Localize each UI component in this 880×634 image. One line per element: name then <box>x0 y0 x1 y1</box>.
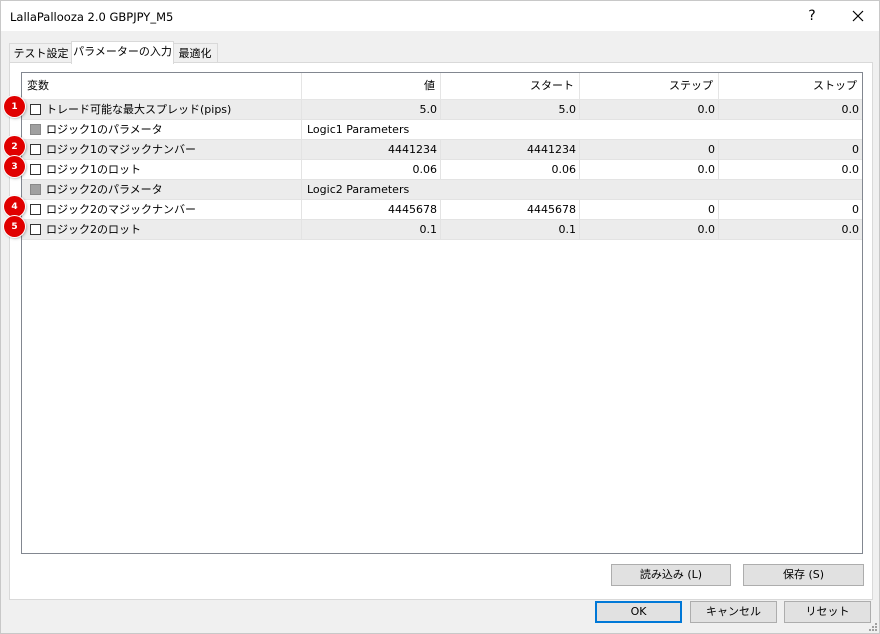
reset-button[interactable]: リセット <box>784 601 871 623</box>
annotation-badge: 4 <box>4 196 25 217</box>
cell-name: ロジック2のマジックナンバー <box>22 200 302 219</box>
column-header-variable[interactable]: 変数 <box>22 73 302 99</box>
cell-name: ロジック2のロット <box>22 220 302 239</box>
cell-value[interactable]: 0.1 <box>302 220 441 239</box>
cell-name: ロジック1のマジックナンバー <box>22 140 302 159</box>
cell-start[interactable]: 5.0 <box>441 100 580 119</box>
tab-parameters[interactable]: パラメーターの入力 <box>71 41 174 64</box>
cell-stop[interactable]: 0.0 <box>719 160 862 179</box>
cell-step[interactable]: 0.0 <box>580 220 719 239</box>
cell-name: トレード可能な最大スプレッド(pips) <box>22 100 302 119</box>
column-header-start[interactable]: スタート <box>441 73 580 99</box>
table-row[interactable]: ロジック1のロット 0.06 0.06 0.0 0.0 <box>22 160 862 180</box>
title-bar: LallaPallooza 2.0 GBPJPY_M5 ? <box>1 1 879 31</box>
cell-name: ロジック1のパラメータ <box>22 120 302 139</box>
table-row[interactable]: ロジック1のマジックナンバー 4441234 4441234 0 0 <box>22 140 862 160</box>
table-row[interactable]: ロジック2のマジックナンバー 4445678 4445678 0 0 <box>22 200 862 220</box>
column-header-step[interactable]: ステップ <box>580 73 719 99</box>
table-row[interactable]: トレード可能な最大スプレッド(pips) 5.0 5.0 0.0 0.0 <box>22 100 862 120</box>
cell-name: ロジック1のロット <box>22 160 302 179</box>
table-row[interactable]: ロジック2のロット 0.1 0.1 0.0 0.0 <box>22 220 862 240</box>
cell-step[interactable]: 0.0 <box>580 160 719 179</box>
close-icon <box>852 10 864 22</box>
ok-button[interactable]: OK <box>595 601 682 623</box>
tab-test-settings[interactable]: テスト設定 <box>9 43 73 64</box>
cell-stop[interactable]: 0 <box>719 200 862 219</box>
cell-stop[interactable]: 0.0 <box>719 100 862 119</box>
window-title: LallaPallooza 2.0 GBPJPY_M5 <box>10 10 174 24</box>
annotation-badge: 2 <box>4 136 25 157</box>
column-header-stop[interactable]: ストップ <box>719 73 862 99</box>
cell-start[interactable]: 0.06 <box>441 160 580 179</box>
cell-stop[interactable]: 0 <box>719 140 862 159</box>
cell-value[interactable]: 0.06 <box>302 160 441 179</box>
cell-step[interactable]: 0 <box>580 140 719 159</box>
help-button[interactable]: ? <box>797 2 827 30</box>
table-group-row[interactable]: ロジック1のパラメータ Logic1 Parameters <box>22 120 862 140</box>
table-header: 変数 値 スタート ステップ ストップ <box>22 73 862 100</box>
cell-step[interactable]: 0.0 <box>580 100 719 119</box>
table-group-row[interactable]: ロジック2のパラメータ Logic2 Parameters <box>22 180 862 200</box>
cell-stop[interactable]: 0.0 <box>719 220 862 239</box>
cell-name: ロジック2のパラメータ <box>22 180 302 199</box>
cell-step[interactable]: 0 <box>580 200 719 219</box>
cancel-button[interactable]: キャンセル <box>690 601 777 623</box>
cell-start[interactable]: 0.1 <box>441 220 580 239</box>
annotation-badge: 3 <box>4 156 25 177</box>
resize-grip-icon[interactable] <box>867 621 877 631</box>
cell-value[interactable]: Logic2 Parameters <box>302 180 862 199</box>
cell-value[interactable]: 4445678 <box>302 200 441 219</box>
close-button[interactable] <box>843 2 873 30</box>
annotation-badge: 1 <box>4 96 25 117</box>
parameters-panel: 変数 値 スタート ステップ ストップ トレード可能な最大スプレッド(pips)… <box>9 62 873 600</box>
column-header-value[interactable]: 値 <box>302 73 441 99</box>
load-button[interactable]: 読み込み (L) <box>611 564 731 586</box>
tester-dialog: LallaPallooza 2.0 GBPJPY_M5 ? テスト設定 パラメー… <box>0 0 880 634</box>
help-icon: ? <box>808 8 816 24</box>
annotation-badge: 5 <box>4 216 25 237</box>
tab-optimization[interactable]: 最適化 <box>172 43 218 64</box>
cell-value[interactable]: 5.0 <box>302 100 441 119</box>
save-button[interactable]: 保存 (S) <box>743 564 864 586</box>
cell-start[interactable]: 4445678 <box>441 200 580 219</box>
parameters-table: 変数 値 スタート ステップ ストップ トレード可能な最大スプレッド(pips)… <box>21 72 863 554</box>
cell-value[interactable]: 4441234 <box>302 140 441 159</box>
cell-value[interactable]: Logic1 Parameters <box>302 120 862 139</box>
cell-start[interactable]: 4441234 <box>441 140 580 159</box>
